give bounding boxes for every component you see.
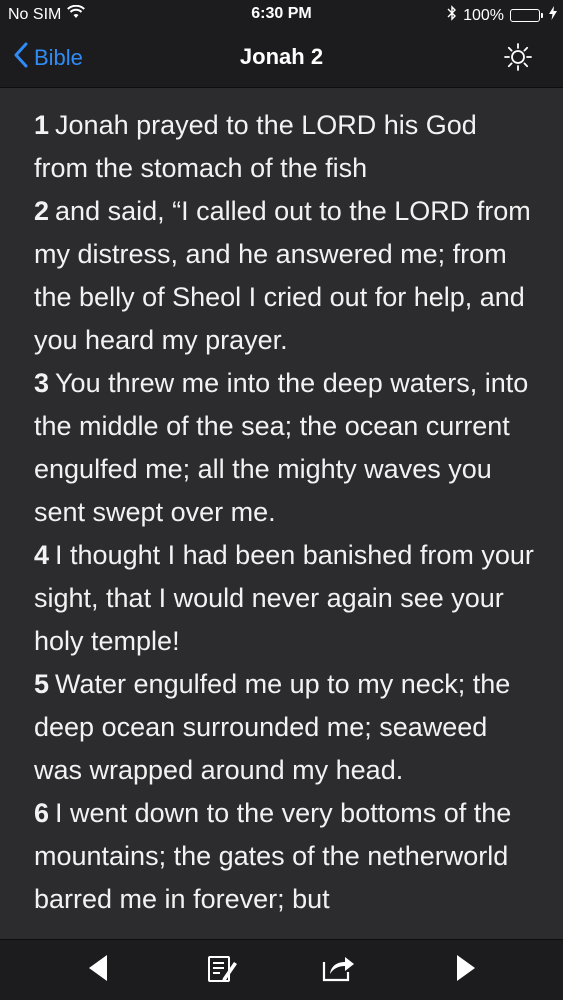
previous-chapter-icon <box>87 954 109 987</box>
battery-tip <box>541 13 543 18</box>
verse-number: 1 <box>34 110 50 140</box>
navigation-bar: Bible Jonah 2 <box>0 30 563 87</box>
bluetooth-icon <box>447 5 457 26</box>
verse-text: I thought I had been banished from your … <box>34 540 534 656</box>
verse-text: and said, “I called out to the LORD from… <box>34 196 531 355</box>
next-chapter-icon <box>455 954 477 987</box>
verse-number: 4 <box>34 540 50 570</box>
screen: No SIM 6:30 PM 100% Bible Jonah 2 1 Jona… <box>0 0 563 1000</box>
verse-1: 1 Jonah prayed to the LORD his God from t… <box>34 104 534 190</box>
verse-number: 2 <box>34 196 50 226</box>
share-icon <box>320 952 356 989</box>
verse-text: Water engulfed me up to my neck; the dee… <box>34 669 511 785</box>
brightness-icon <box>503 43 533 76</box>
top-bar: No SIM 6:30 PM 100% Bible Jonah 2 <box>0 0 563 88</box>
verse-number: 5 <box>34 669 50 699</box>
verse-4: 4I thought I had been banished from your… <box>34 534 534 663</box>
battery-percent: 100% <box>463 6 504 24</box>
verse-5: 5 Water engulfed me up to my neck; the de… <box>34 663 534 792</box>
next-chapter-button[interactable] <box>448 952 484 988</box>
notes-icon <box>206 952 238 989</box>
status-bar: No SIM 6:30 PM 100% <box>0 0 563 30</box>
verse-text: Jonah prayed to the LORD his God from th… <box>34 110 477 183</box>
verse-2: 2 and said, “I called out to the LORD fro… <box>34 190 534 362</box>
verse-number: 6 <box>34 798 50 828</box>
notes-button[interactable] <box>204 952 240 988</box>
verse-text: I went down to the very bottoms of the m… <box>34 798 512 914</box>
chapter-text: 1 Jonah prayed to the LORD his God from t… <box>34 104 534 940</box>
bottom-toolbar <box>0 939 563 1000</box>
page-title: Jonah 2 <box>239 44 324 69</box>
verse-3: 3 You threw me into the deep waters, into… <box>34 362 534 534</box>
status-right: 100% <box>447 5 557 26</box>
verse-text: You threw me into the deep waters, into … <box>34 368 529 527</box>
previous-chapter-button[interactable] <box>80 952 116 988</box>
verse-number: 3 <box>34 368 50 398</box>
charging-icon <box>549 6 557 25</box>
battery-icon <box>510 9 540 22</box>
share-button[interactable] <box>320 952 356 988</box>
brightness-button[interactable] <box>503 42 533 72</box>
verse-6: 6I went down to the very bottoms of the … <box>34 792 534 921</box>
